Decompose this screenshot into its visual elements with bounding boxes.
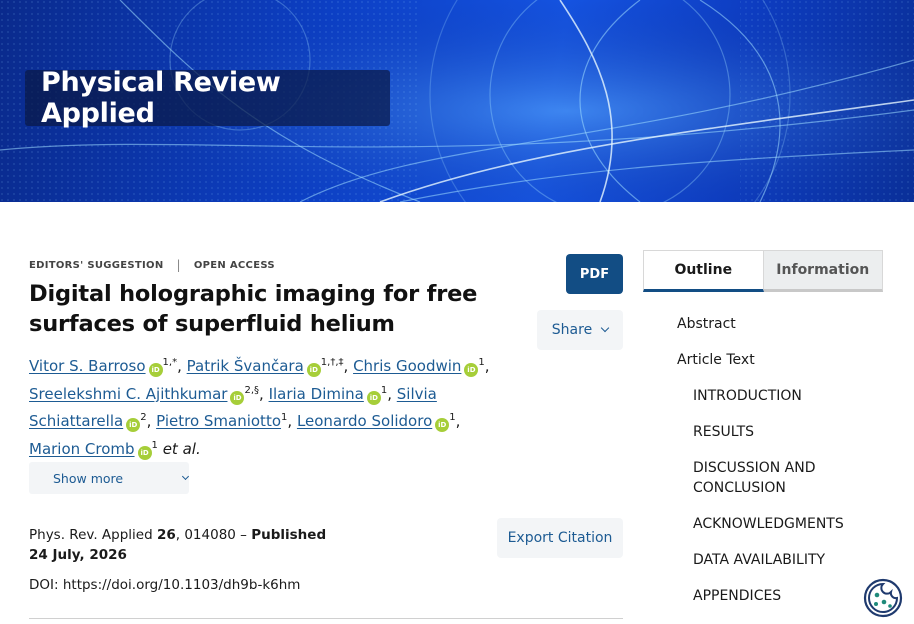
tab-information[interactable]: Information [763, 250, 883, 292]
show-more-label: Show more [53, 470, 124, 486]
author-link[interactable]: Patrik Švančara [187, 357, 304, 375]
author-link[interactable]: Chris Goodwin [353, 357, 461, 375]
orcid-icon[interactable]: iD [126, 418, 141, 432]
orcid-icon[interactable]: iD [306, 363, 321, 377]
author-affiliation: 1,†,‡ [320, 357, 344, 368]
author-link[interactable]: Leonardo Solidoro [297, 412, 432, 430]
outline-item-abstract[interactable]: Abstract [677, 314, 736, 334]
outline-item-introduction[interactable]: INTRODUCTION [693, 386, 802, 406]
article-title: Digital holographic imaging for free sur… [29, 279, 499, 339]
author-affiliation: 1 [281, 412, 288, 423]
author-link[interactable]: Vitor S. Barroso [29, 357, 146, 375]
author-link[interactable]: Pietro Smaniotto [156, 412, 281, 430]
author-affiliation: 1 [151, 439, 158, 451]
author-link[interactable]: Ilaria Dimina [269, 385, 364, 403]
sidebar-tabs: Outline Information [643, 250, 883, 292]
citation-journal: Phys. Rev. Applied [29, 527, 153, 543]
article-tags: EDITORS' SUGGESTION | OPEN ACCESS [29, 258, 275, 272]
author-link[interactable]: Marion Cromb [29, 440, 135, 458]
journal-banner: Physical Review Applied [0, 0, 914, 202]
outline-item-acknowledgments[interactable]: ACKNOWLEDGMENTS [693, 514, 844, 534]
author-affiliation: 2 [140, 412, 147, 423]
journal-title[interactable]: Physical Review Applied [41, 67, 390, 129]
orcid-icon[interactable]: iD [230, 390, 245, 405]
export-citation-button[interactable]: Export Citation [497, 518, 623, 558]
tag-separator: | [176, 258, 181, 272]
journal-title-box[interactable]: Physical Review Applied [25, 67, 390, 129]
author-list: Vitor S. Barroso iD1,*, Patrik Švančara iD… [29, 357, 490, 460]
outline-item-results[interactable]: RESULTS [693, 422, 754, 442]
cookie-settings-icon[interactable] [863, 578, 903, 618]
outline-item-appendices[interactable]: APPENDICES [693, 586, 781, 606]
author-link-continued[interactable]: Schiattarella [29, 412, 123, 430]
author-affiliation: 1 [478, 357, 485, 368]
orcid-icon[interactable]: iD [464, 363, 479, 377]
author-affiliation: 1 [449, 412, 456, 423]
outline-item-discussion[interactable]: DISCUSSION AND CONCLUSION [693, 458, 853, 498]
citation-volume: 26 [156, 527, 176, 543]
author-link[interactable]: Silvia [397, 385, 437, 403]
chevron-down-icon [600, 323, 610, 333]
citation-article-number: , 014080 – [175, 527, 247, 543]
author-affiliation: 1,* [162, 357, 178, 368]
author-link[interactable]: Sreelekshmi C. Ajithkumar [29, 385, 227, 403]
citation-info: Phys. Rev. Applied 26, 014080 – Publishe… [29, 525, 326, 565]
share-button-label: Share [551, 322, 593, 338]
article-title-line-2: surfaces of superfluid helium [29, 311, 395, 337]
orcid-icon[interactable]: iD [148, 363, 163, 377]
show-more-authors-button[interactable]: Show more [29, 462, 190, 494]
orcid-icon[interactable]: iD [435, 418, 450, 432]
article-title-line-1: Digital holographic imaging for free [29, 281, 478, 307]
tag-editors-suggestion[interactable]: EDITORS' SUGGESTION [29, 260, 164, 271]
outline-item-article-text[interactable]: Article Text [677, 350, 755, 370]
tab-outline[interactable]: Outline [643, 250, 764, 292]
citation-date: 24 July, 2026 [29, 547, 127, 563]
citation-published-label: Published [251, 527, 327, 543]
doi[interactable]: DOI: https://doi.org/10.1103/dh9b-k6hm [29, 577, 300, 593]
orcid-icon[interactable]: iD [366, 390, 381, 405]
divider [29, 618, 623, 619]
et-al-text: et al. [162, 439, 201, 458]
tag-open-access[interactable]: OPEN ACCESS [194, 260, 275, 271]
pdf-button[interactable]: PDF [566, 254, 623, 294]
outline-item-data-availability[interactable]: DATA AVAILABILITY [693, 550, 825, 570]
share-button[interactable]: Share [537, 310, 623, 350]
author-affiliation: 1 [380, 384, 388, 396]
author-affiliation: 2,§ [244, 384, 260, 396]
chevron-down-icon [181, 472, 190, 481]
orcid-icon[interactable]: iD [137, 445, 152, 460]
